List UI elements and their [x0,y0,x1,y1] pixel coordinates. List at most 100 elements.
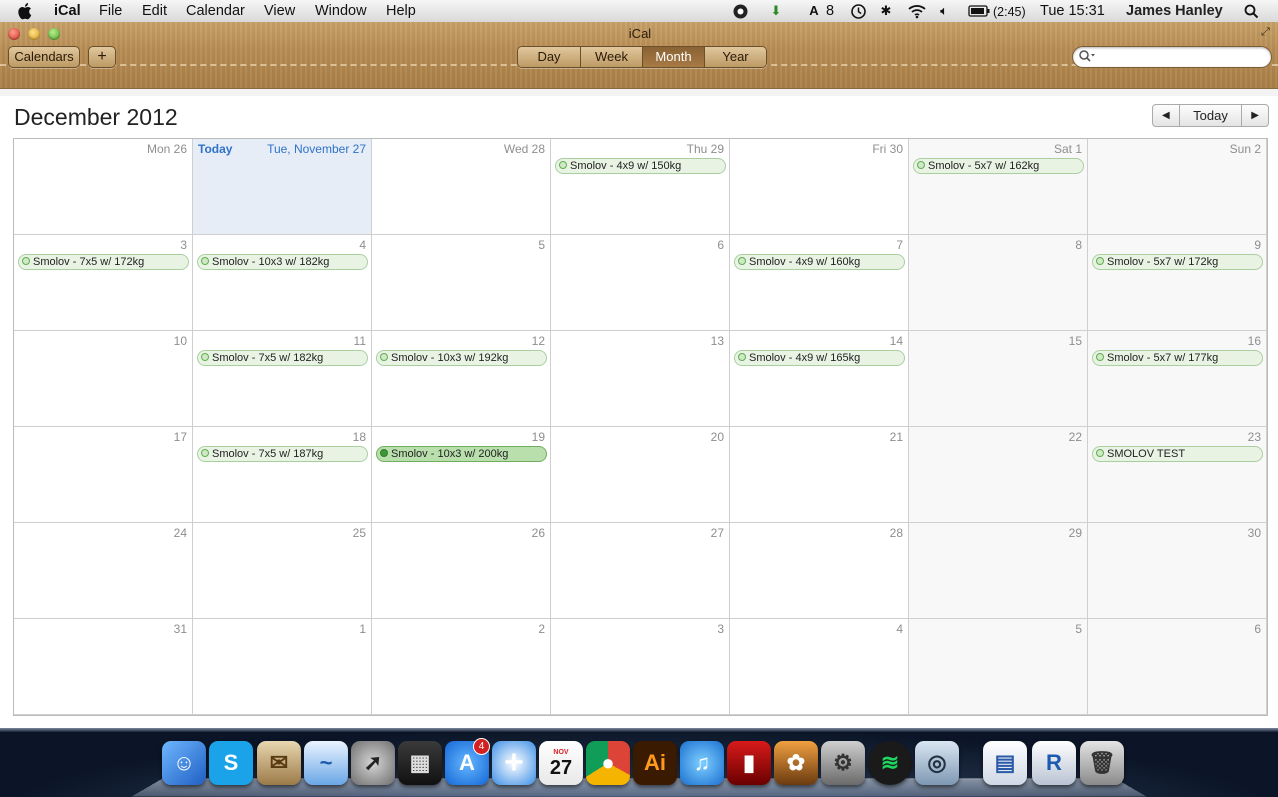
day-cell[interactable]: 17 [14,427,193,523]
launchpad-icon[interactable]: ➚ [351,741,395,785]
spotlight-icon[interactable] [1243,3,1259,19]
safari-icon[interactable]: ✛ [492,741,536,785]
day-cell[interactable]: 15 [909,331,1088,427]
day-cell[interactable]: 11 Smolov - 7x5 w/ 182kg [193,331,372,427]
mail-icon[interactable]: ✉ [257,741,301,785]
ical-icon[interactable]: NOV 27 [539,741,583,785]
day-cell[interactable]: 4 Smolov - 10x3 w/ 182kg [193,235,372,331]
year-view-tab[interactable]: Year [705,47,766,67]
day-cell[interactable]: 13 [551,331,730,427]
r-icon[interactable]: R [1032,741,1076,785]
day-cell[interactable]: 29 [909,523,1088,619]
day-cell[interactable]: 25 [193,523,372,619]
pdf-document-icon[interactable]: ▤ [983,741,1027,785]
day-cell[interactable]: 23 SMOLOV TEST [1088,427,1267,523]
view-menu[interactable]: View [264,2,295,20]
day-cell[interactable]: Sat 1 Smolov - 5x7 w/ 162kg [909,139,1088,235]
day-cell[interactable]: 4 [730,619,909,715]
day-cell[interactable]: 10 [14,331,193,427]
calendar-event[interactable]: Smolov - 10x3 w/ 182kg [197,254,368,270]
day-view-tab[interactable]: Day [518,47,581,67]
spotify-icon[interactable]: ≋ [868,741,912,785]
calendar-event[interactable]: Smolov - 5x7 w/ 162kg [913,158,1084,174]
itunes-icon[interactable]: ♫ [680,741,724,785]
day-cell[interactable]: 18 Smolov - 7x5 w/ 187kg [193,427,372,523]
today-cell[interactable]: Today Tue, November 27 [193,139,372,235]
next-month-button[interactable]: ▶ [1242,105,1268,126]
day-cell[interactable]: 2 [372,619,551,715]
day-cell[interactable]: Sun 2 [1088,139,1267,235]
day-cell[interactable]: 5 [372,235,551,331]
zoom-window-button[interactable] [48,28,60,40]
calendar-event[interactable]: Smolov - 4x9 w/ 165kg [734,350,905,366]
day-cell[interactable]: 7 Smolov - 4x9 w/ 160kg [730,235,909,331]
minimize-window-button[interactable] [28,28,40,40]
day-cell[interactable]: Wed 28 [372,139,551,235]
week-view-tab[interactable]: Week [581,47,643,67]
illustrator-icon[interactable]: Ai [633,741,677,785]
battery-icon[interactable] [967,3,991,19]
clock[interactable]: Tue 15:31 [1040,2,1105,20]
calendar-event[interactable]: Smolov - 5x7 w/ 177kg [1092,350,1263,366]
day-cell[interactable]: 27 [551,523,730,619]
day-cell[interactable]: 1 [193,619,372,715]
day-cell[interactable]: 9 Smolov - 5x7 w/ 172kg [1088,235,1267,331]
month-view-tab[interactable]: Month [643,47,705,67]
download-icon[interactable]: ⬇ [768,3,784,19]
previous-month-button[interactable]: ◀ [1153,105,1180,126]
volume-icon[interactable]: 🔈︎ [936,3,952,19]
system-preferences-icon[interactable]: ⚙ [821,741,865,785]
day-cell[interactable]: 20 [551,427,730,523]
dvd-player-icon[interactable]: ▮ [727,741,771,785]
day-cell[interactable]: 5 [909,619,1088,715]
selected-event[interactable]: Smolov - 10x3 w/ 200kg [376,446,547,462]
calendar-event[interactable]: Smolov - 4x9 w/ 160kg [734,254,905,270]
calendar-event[interactable]: Smolov - 4x9 w/ 150kg [555,158,726,174]
day-cell[interactable]: 3 Smolov - 7x5 w/ 172kg [14,235,193,331]
day-cell[interactable]: Thu 29 Smolov - 4x9 w/ 150kg [551,139,730,235]
time-machine-icon[interactable] [850,3,866,19]
calendar-event[interactable]: Smolov - 5x7 w/ 172kg [1092,254,1263,270]
user-menu[interactable]: James Hanley [1126,2,1223,20]
calendar-event[interactable]: Smolov - 7x5 w/ 182kg [197,350,368,366]
search-field[interactable] [1072,46,1272,68]
edit-menu[interactable]: Edit [142,2,167,20]
day-cell[interactable]: 16 Smolov - 5x7 w/ 177kg [1088,331,1267,427]
evernote-icon[interactable] [732,3,748,19]
calendar-event[interactable]: Smolov - 10x3 w/ 192kg [376,350,547,366]
day-cell[interactable]: 28 [730,523,909,619]
skype-icon[interactable]: S [209,741,253,785]
day-cell[interactable]: 14 Smolov - 4x9 w/ 165kg [730,331,909,427]
chrome-icon[interactable]: ● [586,741,630,785]
day-cell[interactable]: 22 [909,427,1088,523]
calendar-menu[interactable]: Calendar [186,2,245,20]
bluetooth-icon[interactable]: ✱ [878,3,894,19]
day-cell[interactable]: Mon 26 [14,139,193,235]
search-input[interactable] [1097,48,1266,66]
day-cell[interactable]: 31 [14,619,193,715]
day-cell[interactable]: 6 [1088,619,1267,715]
window-menu[interactable]: Window [315,2,367,20]
day-cell[interactable]: 21 [730,427,909,523]
apple-menu-icon[interactable] [18,2,36,20]
day-cell[interactable]: 8 [909,235,1088,331]
calendar-event[interactable]: SMOLOV TEST [1092,446,1263,462]
trash-icon[interactable]: 🗑 [1080,741,1124,785]
iphoto-icon[interactable]: ✿ [774,741,818,785]
finder-icon[interactable]: ☺ [162,741,206,785]
day-cell[interactable]: Fri 30 [730,139,909,235]
adobe-icon[interactable]: A [806,3,822,19]
today-button[interactable]: Today [1180,105,1243,126]
day-cell[interactable]: 26 [372,523,551,619]
calendar-event[interactable]: Smolov - 7x5 w/ 172kg [18,254,189,270]
calendars-button[interactable]: Calendars [8,46,80,68]
fullscreen-icon[interactable]: ⤢ [1261,26,1273,38]
preview-icon[interactable]: ◎ [915,741,959,785]
day-cell[interactable]: 12 Smolov - 10x3 w/ 192kg [372,331,551,427]
wifi-icon[interactable] [906,3,928,19]
day-cell[interactable]: 19 Smolov - 10x3 w/ 200kg [372,427,551,523]
app-menu[interactable]: iCal [54,2,81,20]
close-window-button[interactable] [8,28,20,40]
calendar-event[interactable]: Smolov - 7x5 w/ 187kg [197,446,368,462]
file-menu[interactable]: File [99,2,122,20]
